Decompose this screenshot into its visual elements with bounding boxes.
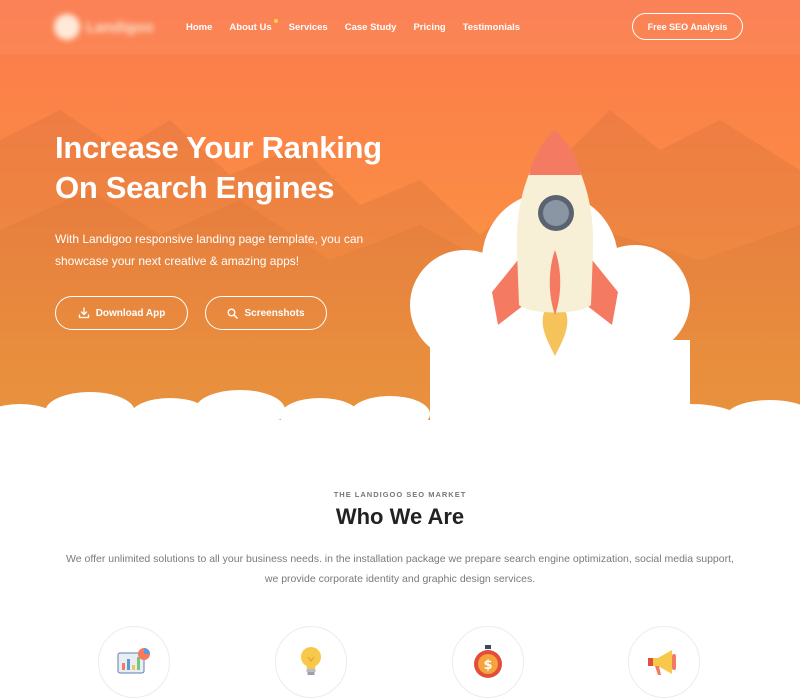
feature-ideas[interactable] — [275, 626, 347, 698]
money-stopwatch-icon: $ — [474, 645, 502, 678]
nav-item-case-study[interactable]: Case Study — [345, 22, 397, 33]
hero-title-line-2: On Search Engines — [55, 170, 335, 205]
screenshots-label: Screenshots — [244, 307, 305, 319]
feature-marketing[interactable] — [628, 626, 700, 698]
navbar: Landigoo Home About Us Services Case Stu… — [0, 0, 800, 54]
rocket-illustration — [410, 130, 690, 420]
feature-budget[interactable]: $ — [452, 626, 524, 698]
download-app-button[interactable]: Download App — [55, 296, 188, 330]
hero-subtitle: With Landigoo responsive landing page te… — [55, 232, 364, 268]
section-eyebrow: THE LANDIGOO SEO MARKET — [333, 490, 467, 499]
logo-icon — [54, 14, 80, 40]
feature-analytics[interactable] — [98, 626, 170, 698]
search-icon — [227, 308, 239, 319]
screenshots-button[interactable]: Screenshots — [205, 296, 327, 330]
download-icon — [78, 307, 89, 319]
free-seo-analysis-button[interactable]: Free SEO Analysis — [632, 13, 743, 40]
hero-section: Landigoo Home About Us Services Case Stu… — [0, 0, 800, 430]
section-description: We offer unlimited solutions to all your… — [66, 553, 734, 585]
nav-item-label: About Us — [229, 21, 272, 33]
nav-item-services[interactable]: Services — [289, 22, 328, 33]
megaphone-icon — [648, 650, 676, 675]
cloud-divider — [0, 390, 800, 430]
lightbulb-icon — [301, 647, 321, 675]
svg-text:$: $ — [483, 658, 492, 673]
nav-menu: Home About Us Services Case Study Pricin… — [186, 0, 537, 54]
analytics-chart-icon — [117, 648, 150, 674]
nav-item-about-us[interactable]: About Us — [229, 18, 278, 33]
logo-text: Landigoo — [86, 18, 154, 36]
hero-title: Increase Your Ranking On Search Engines — [55, 128, 435, 208]
nav-item-home[interactable]: Home — [186, 22, 212, 33]
hero-title-line-1: Increase Your Ranking — [55, 130, 382, 165]
section-title: Who We Are — [335, 504, 465, 529]
nav-item-testimonials[interactable]: Testimonials — [463, 22, 520, 33]
download-app-label: Download App — [95, 307, 166, 319]
nav-active-dot — [273, 18, 278, 23]
nav-item-pricing[interactable]: Pricing — [413, 22, 445, 33]
logo[interactable]: Landigoo — [54, 12, 154, 42]
